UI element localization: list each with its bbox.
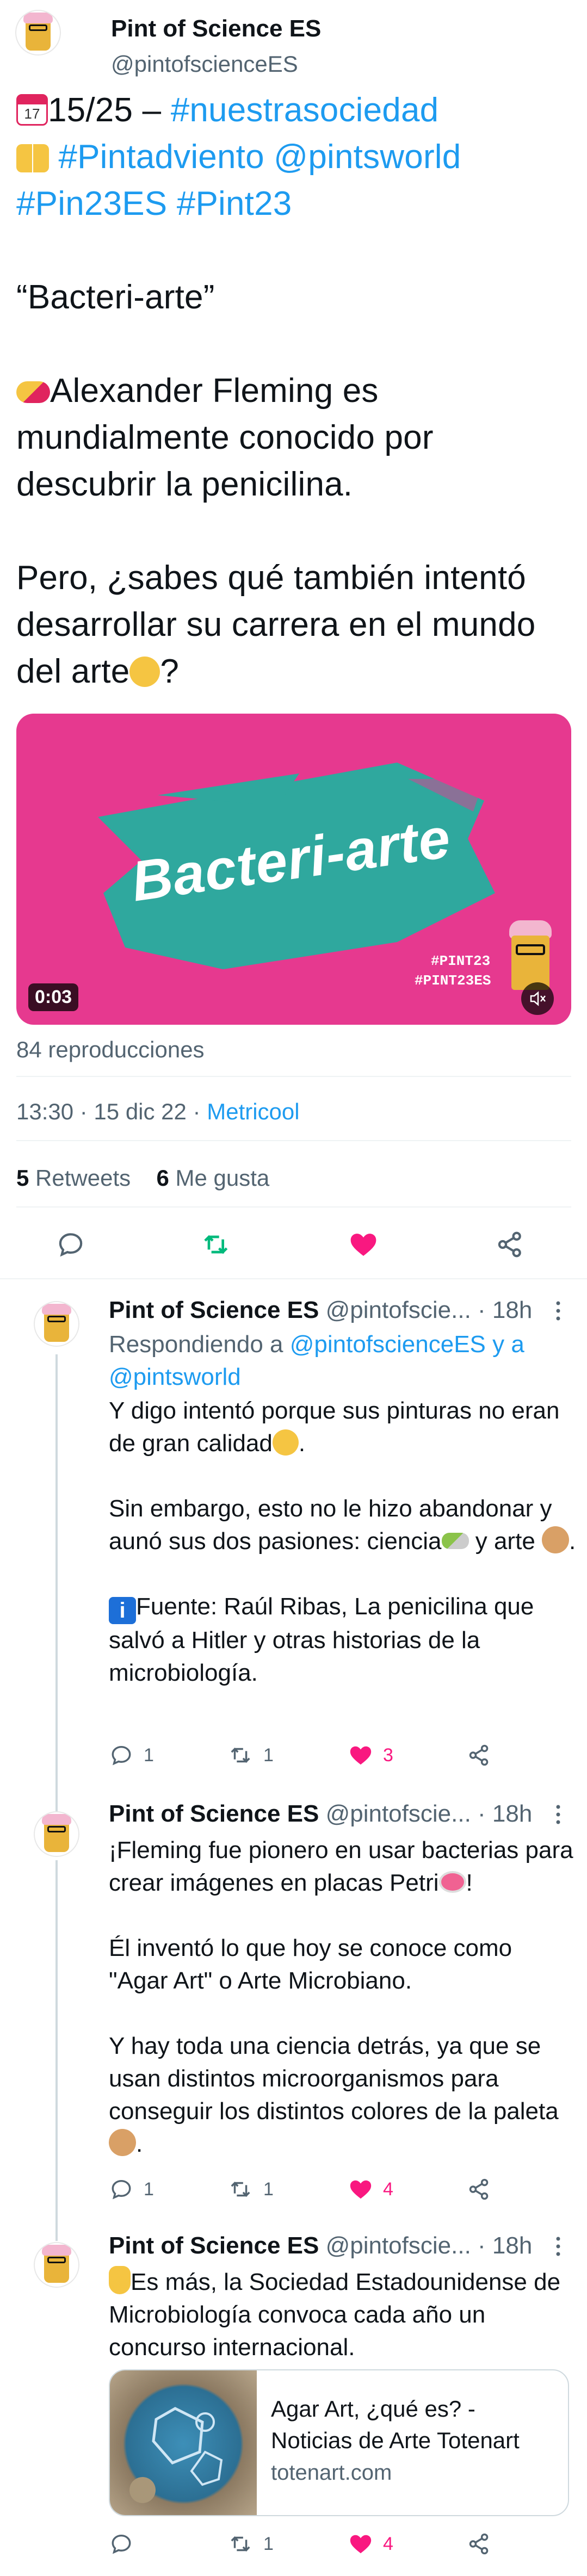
people-holding-hands-icon <box>16 144 49 172</box>
author-avatar[interactable] <box>15 10 61 55</box>
reply-button[interactable] <box>55 1229 86 1260</box>
like-button[interactable]: 3 <box>348 1743 393 1768</box>
reply-icon <box>112 2179 131 2200</box>
author-handle[interactable]: @pintofscienceES <box>111 51 298 77</box>
heart-filled-icon <box>350 2180 372 2199</box>
retweet-button[interactable]: 1 <box>228 2531 274 2556</box>
retweet-icon <box>231 2182 250 2197</box>
paragraph-arte: Pero, ¿sabes qué también intentó desarro… <box>16 559 536 690</box>
like-button[interactable] <box>348 1229 379 1260</box>
link-card-title: Agar Art, ¿qué es? - Noticias de Arte To… <box>271 2396 520 2453</box>
link-card[interactable]: Agar Art, ¿qué es? - Noticias de Arte To… <box>109 2369 569 2516</box>
video-hashtag-2: #PINT23ES <box>415 973 491 989</box>
link-card-image <box>110 2370 257 2515</box>
artist-icon <box>129 657 160 687</box>
author-name[interactable]: Pint of Science ES <box>111 15 321 42</box>
share-icon <box>469 1744 489 1766</box>
video-hashtag-1: #PINT23 <box>431 953 491 969</box>
retweets-stat[interactable]: 5 Retweets <box>16 1165 131 1191</box>
share-icon <box>469 2178 489 2200</box>
muted-speaker-icon <box>530 991 546 1006</box>
mute-button[interactable] <box>521 982 554 1015</box>
share-icon <box>469 2533 489 2555</box>
link-card-domain: totenart.com <box>271 2461 392 2485</box>
more-options-icon[interactable] <box>555 2236 561 2257</box>
reply-body: ¡Fleming fue pionero en usar bacterias p… <box>109 1837 573 2157</box>
quote-title: “Bacteri-arte” <box>16 278 215 316</box>
retweet-button[interactable] <box>201 1229 232 1260</box>
video-pint-logo <box>506 920 555 991</box>
heart-filled-icon <box>350 1746 372 1765</box>
pint-logo-icon <box>23 13 53 51</box>
share-button[interactable] <box>467 1743 492 1768</box>
reply-body: Es más, la Sociedad Estadounidense de Mi… <box>109 2266 577 2364</box>
palette-icon <box>542 1526 570 1553</box>
pointing-up-icon <box>109 2266 131 2294</box>
share-button[interactable] <box>467 2531 492 2556</box>
retweet-button[interactable]: 1 <box>228 1743 274 1768</box>
reply-button[interactable]: 1 <box>109 1743 154 1768</box>
reply-avatar[interactable] <box>34 1811 79 1857</box>
tweet-timestamp: 13:30 · 15 dic 22 · Metricool <box>16 1099 300 1124</box>
hashtag-mention-links[interactable]: #Pintadviento @pintsworld <box>58 138 461 176</box>
reply-header: Pint of Science ES @pintofscie... · 18h <box>109 1800 533 1827</box>
retweet-button[interactable]: 1 <box>228 2177 274 2202</box>
video-timestamp: 0:03 <box>28 983 79 1011</box>
share-button[interactable] <box>495 1229 526 1260</box>
paragraph-fleming: Alexander Fleming es mundialmente conoci… <box>16 372 434 503</box>
views-count: 84 reproducciones <box>16 1037 205 1062</box>
retweet-icon <box>231 2536 250 2552</box>
petri-dish-icon <box>438 1871 466 1893</box>
share-button[interactable] <box>467 2177 492 2202</box>
information-icon: i <box>109 1597 136 1624</box>
relieved-face-icon <box>272 1429 299 1456</box>
tweet-line-1: 17 15/25 – #nuestrasociedad <box>16 87 577 134</box>
reply-icon <box>112 1745 131 1766</box>
share-icon <box>498 1231 521 1258</box>
pint-logo-icon <box>42 1814 71 1852</box>
reply-icon <box>59 1233 83 1257</box>
reply-avatar[interactable] <box>34 1301 79 1347</box>
hashtags-pint23[interactable]: #Pin23ES #Pint23 <box>16 181 577 227</box>
test-tube-icon <box>441 1533 469 1549</box>
pint-logo-icon <box>42 1304 71 1342</box>
like-button[interactable]: 4 <box>348 2177 393 2202</box>
retweet-icon <box>231 1748 250 1763</box>
reply-button[interactable] <box>109 2531 134 2556</box>
reply-header: Pint of Science ES @pintofscie... · 18h <box>109 1297 533 1323</box>
engagement-stats: 5 Retweets 6 Me gusta <box>16 1165 269 1191</box>
agar-art-shapes <box>129 2407 223 2503</box>
more-options-icon[interactable] <box>555 1300 561 1322</box>
calendar-icon: 17 <box>16 94 48 126</box>
pill-icon <box>16 381 50 403</box>
heart-filled-icon <box>350 2535 372 2554</box>
like-button[interactable]: 4 <box>348 2531 393 2556</box>
source-link[interactable]: Metricool <box>207 1099 299 1124</box>
reply-button[interactable]: 1 <box>109 2177 154 2202</box>
hashtag-nuestrasociedad[interactable]: #nuestrasociedad <box>171 91 439 129</box>
thread-line <box>55 1354 58 1811</box>
reply-icon <box>112 2534 131 2554</box>
video-player[interactable]: Bacteri-arte #PINT23 #PINT23ES 0:03 <box>16 714 571 1025</box>
retweet-icon <box>204 1235 228 1254</box>
pint-logo-icon <box>42 2245 71 2283</box>
tweet-text: 17 15/25 – #nuestrasociedad #Pintadvient… <box>16 87 577 695</box>
reply-body: Y digo intentó porque sus pinturas no er… <box>109 1397 576 1686</box>
tweet-line-2: #Pintadviento @pintsworld <box>16 134 577 181</box>
likes-stat[interactable]: 6 Me gusta <box>156 1165 269 1191</box>
thread-line <box>55 1860 58 2241</box>
palette-icon <box>109 2129 136 2156</box>
reply-avatar[interactable] <box>34 2242 79 2288</box>
replying-to: Respondiendo a @pintofscienceES y a @pin… <box>109 1331 524 1390</box>
reply-header: Pint of Science ES @pintofscie... · 18h <box>109 2232 533 2259</box>
heart-filled-icon <box>350 1234 376 1256</box>
more-options-icon[interactable] <box>555 1804 561 1825</box>
